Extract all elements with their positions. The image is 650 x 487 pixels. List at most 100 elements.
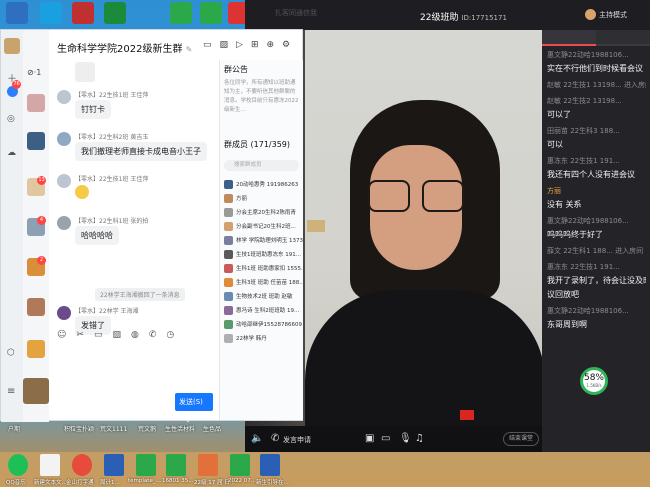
scissors-icon[interactable]: ✂ — [76, 330, 84, 346]
voice-icon[interactable]: ◍ — [131, 330, 139, 346]
volume-icon[interactable]: 🔈 — [251, 433, 263, 444]
call-icon[interactable]: ✆ — [149, 330, 157, 346]
member-item[interactable]: 动哈邵继伊15528786609 — [220, 317, 303, 331]
member-item[interactable]: 方丽 — [220, 191, 303, 205]
member-item[interactable]: 20动哈惠秀 191986263 — [220, 177, 303, 191]
conversation-avatar[interactable] — [27, 94, 45, 112]
send-button[interactable]: 发送(S) ⌄ — [175, 393, 213, 424]
members-title[interactable]: 群成员 (171/359) — [220, 135, 303, 154]
end-class-button[interactable]: 结束课堂 — [503, 432, 539, 446]
member-item[interactable]: 分会主席20生科2陈雨青 — [220, 205, 303, 219]
more-icon[interactable]: ⊕ — [267, 40, 275, 50]
music-icon[interactable]: ♫ — [415, 433, 424, 444]
desktop-icon-5[interactable] — [170, 2, 192, 24]
video-object — [307, 220, 325, 232]
chat-tab-1[interactable] — [542, 30, 596, 46]
phone-icon[interactable]: ✆ — [271, 433, 279, 444]
member-item[interactable]: 生科3班 班助 任苗苗 188... — [220, 275, 303, 289]
sender-name: 【零水】22生科2班 黄吉玉 — [75, 134, 149, 141]
member-item[interactable]: 分会副书记20生科2班... — [220, 219, 303, 233]
host-avatar — [585, 9, 596, 20]
member-avatar — [224, 249, 233, 259]
unread-badge: 76 — [12, 80, 21, 89]
desktop-icon-4[interactable] — [104, 2, 126, 24]
chat-message: 惠冻东 22生技1 191... 我还有四个人没有进会议 — [542, 156, 650, 180]
image-icon[interactable]: ▨ — [112, 330, 121, 346]
host-mode[interactable]: 主持模式 — [585, 9, 627, 20]
shortcut-label: 2022 07... — [228, 478, 256, 484]
ppt-icon[interactable] — [198, 454, 218, 476]
conversation-avatar[interactable] — [27, 132, 45, 150]
emoji-icon[interactable]: ☺ — [57, 330, 66, 346]
camera-icon[interactable]: ▣ — [365, 433, 374, 444]
history-icon[interactable]: ◷ — [166, 330, 174, 346]
system-message: 22林学王海湘撤回了一条消息 — [95, 288, 185, 301]
chat-user: 惠文静22动哈1988106... — [547, 51, 629, 59]
conversation-avatar[interactable] — [27, 298, 45, 316]
chat-text: 进入房间 — [615, 247, 644, 255]
member-name: 20动哈惠秀 191986263 — [236, 182, 299, 188]
qq-music-icon[interactable] — [8, 454, 28, 476]
chat-text: 东哥周到啊 — [547, 320, 587, 329]
member-avatar — [224, 319, 233, 329]
typing-app-icon[interactable] — [72, 454, 92, 476]
chevron-down-icon[interactable]: ⌄ — [185, 416, 191, 424]
screen-share-icon[interactable]: ▭ — [381, 433, 390, 444]
member-name: 生科1班 班助惠家扣 1555... — [236, 266, 303, 272]
message-input[interactable] — [51, 350, 217, 390]
member-item[interactable]: 惠冯诗 生科2班班助 19... — [220, 303, 303, 317]
menu-icon[interactable]: ≡ — [7, 386, 15, 397]
conversation-avatar[interactable] — [27, 340, 45, 358]
chat-message: 惠文静22动哈1988106... 东哥周到啊 — [542, 306, 650, 330]
qq-avatar[interactable] — [4, 38, 20, 54]
doc-icon[interactable] — [136, 454, 156, 476]
member-item[interactable]: 22林学 韩丹 — [220, 331, 303, 345]
notice-title[interactable]: 群公告 — [220, 60, 303, 79]
chat-text: 我还有四个人没有进会议 — [547, 170, 635, 179]
user-avatar — [57, 306, 71, 320]
chat-message: 惠文静22动哈1988106... 呜呜呜终于好了 — [542, 216, 650, 240]
member-avatar — [224, 179, 233, 189]
member-item[interactable]: 生物技术2班 班助 赵敏 — [220, 289, 303, 303]
desktop-icon-6[interactable] — [200, 2, 222, 24]
photo-icon[interactable]: ▨ — [220, 40, 229, 50]
folder-icon[interactable]: ▭ — [203, 40, 212, 50]
apps-icon[interactable]: ⊞ — [251, 40, 259, 50]
check-icon[interactable]: ⊘·1 — [27, 68, 41, 77]
member-avatar — [224, 221, 233, 231]
microphone-icon[interactable]: 🎙 — [399, 433, 412, 444]
desktop-icon-3[interactable] — [72, 2, 94, 24]
desktop-icon-1[interactable] — [6, 2, 28, 24]
word-icon[interactable] — [260, 454, 280, 476]
chat-user: 田丽苗 22生科3 188... — [547, 127, 620, 135]
chat-message: 赵敏 22生技2 13198... 可以了 — [542, 96, 650, 120]
chat-tab-2[interactable] — [596, 30, 650, 46]
desktop-label-6: 生色品 — [203, 426, 222, 433]
group-info-panel: 群公告 各位同学，所有通知以班助通知为主，不要听信其他群聊的消息。学校目前只有惠… — [219, 60, 303, 420]
word-doc-icon[interactable] — [104, 454, 124, 476]
text-file-icon[interactable] — [40, 454, 60, 476]
member-item[interactable]: 生科1班 班助惠家扣 1555... — [220, 261, 303, 275]
space-icon[interactable]: ☁ — [7, 148, 16, 158]
member-search-input[interactable]: 搜索群成员 — [224, 160, 299, 171]
sheet-icon[interactable] — [166, 454, 186, 476]
member-item[interactable]: 生技1班班助惠冻东 191... — [220, 247, 303, 261]
chat-tabs — [542, 30, 650, 46]
file-icon[interactable]: ▭ — [94, 330, 103, 346]
settings-icon[interactable]: ⚙ — [282, 40, 290, 50]
video-icon[interactable]: ▷ — [236, 40, 243, 50]
video-person-body — [305, 290, 542, 426]
live-titlebar: 扎客同通信我 22级班助 ID:17715171 主持模式 — [245, 0, 650, 30]
app-center-icon[interactable]: ⬡ — [7, 348, 15, 358]
excel-icon[interactable] — [230, 454, 250, 476]
speak-request-button[interactable]: 发言申请 — [283, 435, 311, 445]
chat-user: 薛文 22生科1 188... 进入房间 — [547, 246, 646, 256]
conversation-avatar-active[interactable] — [23, 378, 49, 404]
member-avatar — [224, 277, 233, 287]
contacts-icon[interactable]: ◎ — [7, 114, 15, 124]
member-name: 22林学 韩丹 — [236, 336, 267, 342]
edit-icon[interactable]: ✎ — [186, 45, 193, 54]
member-item[interactable]: 林学 学院助理刘明玉 13739... — [220, 233, 303, 247]
desktop-icon-2[interactable] — [40, 2, 62, 24]
chat-user: 惠文静22动哈1988106... — [547, 217, 629, 225]
